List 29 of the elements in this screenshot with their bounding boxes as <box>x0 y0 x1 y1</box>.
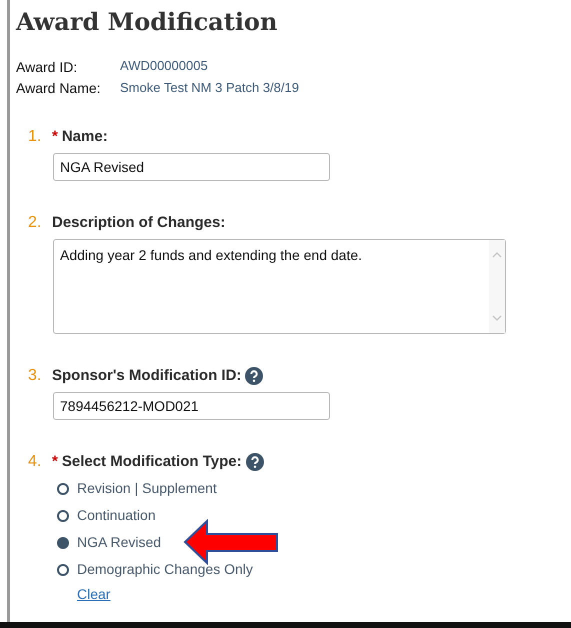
radio-label[interactable]: NGA Revised <box>77 532 162 553</box>
radio-label[interactable]: Continuation <box>77 505 156 526</box>
radio-label[interactable]: Demographic Changes Only <box>77 559 253 580</box>
radio-button[interactable] <box>57 564 69 576</box>
page-title: Award Modification <box>16 6 278 38</box>
required-mark: * <box>52 126 58 147</box>
question-label: Sponsor's Modification ID: <box>52 366 242 386</box>
question-number: 4. <box>28 452 42 472</box>
clear-link[interactable]: Clear <box>77 584 110 605</box>
arrow-icon <box>183 519 279 565</box>
required-mark: * <box>52 452 58 472</box>
info-label: Award ID: <box>16 58 78 76</box>
help-icon[interactable] <box>246 453 264 471</box>
question-label: Description of Changes: <box>52 212 226 233</box>
radio-button[interactable] <box>57 510 69 522</box>
info-label: Award Name: <box>16 79 102 98</box>
question-label: Name: <box>62 126 108 147</box>
radio-button[interactable] <box>57 536 69 548</box>
info-value: Smoke Test NM 3 Patch 3/8/19 <box>120 78 299 96</box>
radio-button[interactable] <box>57 482 69 494</box>
question-number: 1. <box>28 127 42 147</box>
question-label: Select Modification Type: <box>62 452 242 472</box>
text-field[interactable]: NGA Revised <box>53 153 330 181</box>
question-number: 2. <box>28 213 42 233</box>
text-field[interactable]: 7894456212-MOD021 <box>53 392 330 420</box>
info-value: AWD00000005 <box>120 57 208 75</box>
help-icon[interactable] <box>245 367 264 385</box>
radio-label[interactable]: Revision | Supplement <box>77 478 217 499</box>
question-number: 3. <box>28 366 42 386</box>
